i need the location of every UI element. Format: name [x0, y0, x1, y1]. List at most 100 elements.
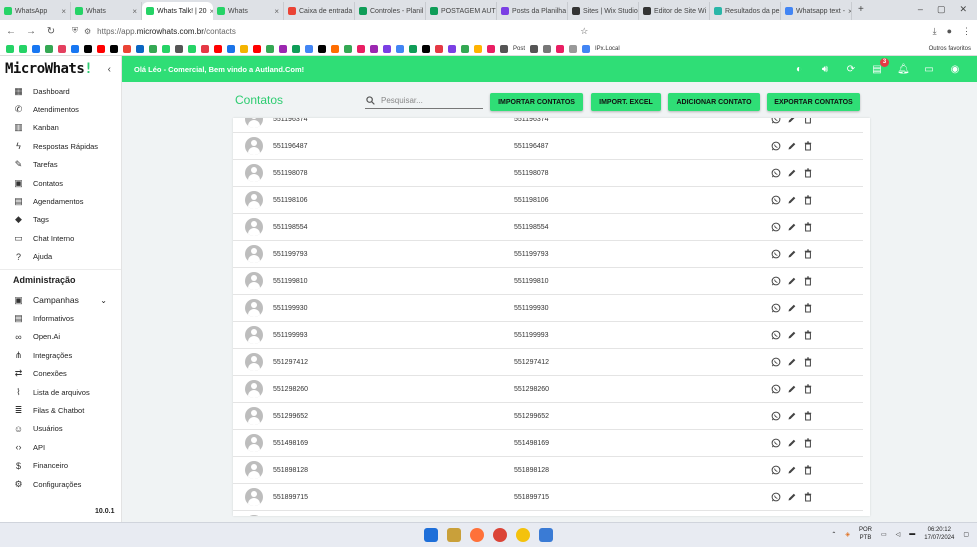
bookmark-icon[interactable]: [422, 44, 430, 53]
battery-icon[interactable]: ▬: [909, 531, 915, 537]
table-row[interactable]: 551498169 551498169: [233, 430, 863, 457]
bookmark-icon[interactable]: [240, 44, 248, 53]
volume-icon[interactable]: 🔊︎: [819, 64, 831, 75]
bookmark-icon[interactable]: [487, 44, 495, 53]
whatsapp-icon[interactable]: [771, 411, 781, 421]
reload-icon[interactable]: ↻: [46, 26, 56, 37]
sidebar-item-conexoes[interactable]: ⇄ Conexões: [0, 364, 121, 382]
app-icon[interactable]: [516, 528, 530, 542]
network-icon[interactable]: ▭: [881, 531, 887, 538]
whatsapp-icon[interactable]: [771, 168, 781, 178]
edit-icon[interactable]: [787, 492, 797, 502]
bookmark-icon[interactable]: [448, 44, 456, 53]
bookmark-icon[interactable]: [188, 44, 196, 53]
edit-icon[interactable]: [787, 438, 797, 448]
whatsapp-icon[interactable]: [771, 303, 781, 313]
whatsapp-icon[interactable]: [771, 222, 781, 232]
chat-icon[interactable]: ▭: [923, 64, 935, 75]
notepad-icon[interactable]: [539, 528, 553, 542]
edit-icon[interactable]: [787, 411, 797, 421]
edit-icon[interactable]: [787, 222, 797, 232]
bookmark-icon[interactable]: [175, 44, 183, 53]
refresh-icon[interactable]: ⟳: [845, 64, 857, 75]
sidebar-item-ajuda[interactable]: ? Ajuda: [0, 248, 121, 266]
edit-icon[interactable]: [787, 276, 797, 286]
sidebar-item-agendamentos[interactable]: ▤ Agendamentos: [0, 192, 121, 210]
file-explorer-icon[interactable]: [447, 528, 461, 542]
bookmark-icon[interactable]: [214, 44, 222, 53]
delete-icon[interactable]: [803, 168, 813, 178]
sidebar-item-lista-de-arquivos[interactable]: ⌇ Lista de arquivos: [0, 383, 121, 401]
bookmark-icon[interactable]: [97, 44, 105, 53]
bookmark-icon[interactable]: [357, 44, 365, 53]
browser-tab[interactable]: Resultados da pe×: [710, 2, 781, 20]
bookmark-icon[interactable]: [370, 44, 378, 53]
close-icon[interactable]: ×: [61, 7, 66, 16]
site-settings-icon[interactable]: ⚙: [84, 27, 91, 36]
sidebar-item-chat-interno[interactable]: ▭ Chat Interno: [0, 229, 121, 247]
bookmark-icon[interactable]: [201, 44, 209, 53]
bookmark-icon[interactable]: [582, 44, 591, 53]
delete-icon[interactable]: [803, 276, 813, 286]
edit-icon[interactable]: [787, 330, 797, 340]
bookmark-icon[interactable]: [383, 44, 391, 53]
edit-icon[interactable]: [787, 303, 797, 313]
browser-tab[interactable]: Caixa de entrada×: [284, 2, 355, 20]
whatsapp-icon[interactable]: [771, 118, 781, 124]
whatsapp-icon[interactable]: [771, 330, 781, 340]
sidebar-item-dashboard[interactable]: ▦ Dashboard: [0, 82, 121, 100]
table-row[interactable]: 551899715 551899715: [233, 484, 863, 511]
firefox-icon[interactable]: [470, 528, 484, 542]
bookmark-icon[interactable]: [543, 44, 552, 53]
theme-toggle-icon[interactable]: ◐: [793, 64, 805, 75]
sidebar-item-integracoes[interactable]: ⋔ Integrações: [0, 346, 121, 364]
edit-icon[interactable]: [787, 141, 797, 151]
table-row[interactable]: 551199930 551199930: [233, 295, 863, 322]
whatsapp-icon[interactable]: [771, 384, 781, 394]
bell-icon[interactable]: 🔔︎: [897, 64, 910, 75]
edit-icon[interactable]: [787, 465, 797, 475]
back-icon[interactable]: ←: [6, 26, 16, 37]
tray-chevron-icon[interactable]: ⌃: [831, 531, 836, 538]
bookmark-icon[interactable]: [123, 44, 131, 53]
sidebar-item-contatos[interactable]: ▣ Contatos: [0, 174, 121, 192]
sidebar-item-financeiro[interactable]: $ Financeiro: [0, 456, 121, 474]
browser-tab[interactable]: Whats ×: [213, 2, 284, 20]
whatsapp-icon[interactable]: [771, 492, 781, 502]
menu-icon[interactable]: ⋮: [962, 26, 971, 37]
table-row[interactable]: 551198078 551198078: [233, 160, 863, 187]
edit-icon[interactable]: [787, 249, 797, 259]
sidebar-item-atendimentos[interactable]: ✆ Atendimentos: [0, 100, 121, 118]
close-icon[interactable]: ×: [132, 7, 137, 16]
notification-center-icon[interactable]: ▢: [963, 531, 969, 538]
browser-tab[interactable]: Editor de Site Wi×: [639, 2, 710, 20]
delete-icon[interactable]: [803, 118, 813, 124]
table-row[interactable]: 551198106 551198106: [233, 187, 863, 214]
minimize-icon[interactable]: –: [918, 4, 923, 15]
browser-tab[interactable]: Whatsapp text -×: [781, 2, 852, 20]
bookmark-icon[interactable]: [6, 44, 14, 53]
delete-icon[interactable]: [803, 222, 813, 232]
sidebar-item-usuarios[interactable]: ☺ Usuários: [0, 420, 121, 438]
forward-icon[interactable]: →: [26, 26, 36, 37]
chrome-icon[interactable]: [493, 528, 507, 542]
edit-icon[interactable]: [787, 384, 797, 394]
delete-icon[interactable]: [803, 303, 813, 313]
browser-tab[interactable]: Controles - Planil×: [355, 2, 426, 20]
bookmark-icon[interactable]: [58, 44, 66, 53]
bookmark-icon[interactable]: [162, 44, 170, 53]
table-row[interactable]: 551297412 551297412: [233, 349, 863, 376]
bookmark-star-icon[interactable]: ☆: [580, 26, 588, 37]
url-field[interactable]: ⛨ ⚙ https://app.microwhats.com.br/contac…: [72, 26, 236, 36]
browser-tab[interactable]: WhatsApp ×: [0, 2, 71, 20]
maximize-icon[interactable]: ▢: [937, 4, 946, 15]
table-row[interactable]: 551199810 551199810: [233, 268, 863, 295]
delete-icon[interactable]: [803, 465, 813, 475]
bookmark-icon[interactable]: [279, 44, 287, 53]
sidebar-item-open-ai[interactable]: ∞ Open.Ai: [0, 328, 121, 346]
import-excel-button[interactable]: IMPORT. EXCEL: [591, 93, 661, 111]
bookmark-icon[interactable]: [305, 44, 313, 53]
language-indicator[interactable]: POR PTB: [859, 526, 872, 542]
edit-icon[interactable]: [787, 357, 797, 367]
delete-icon[interactable]: [803, 357, 813, 367]
